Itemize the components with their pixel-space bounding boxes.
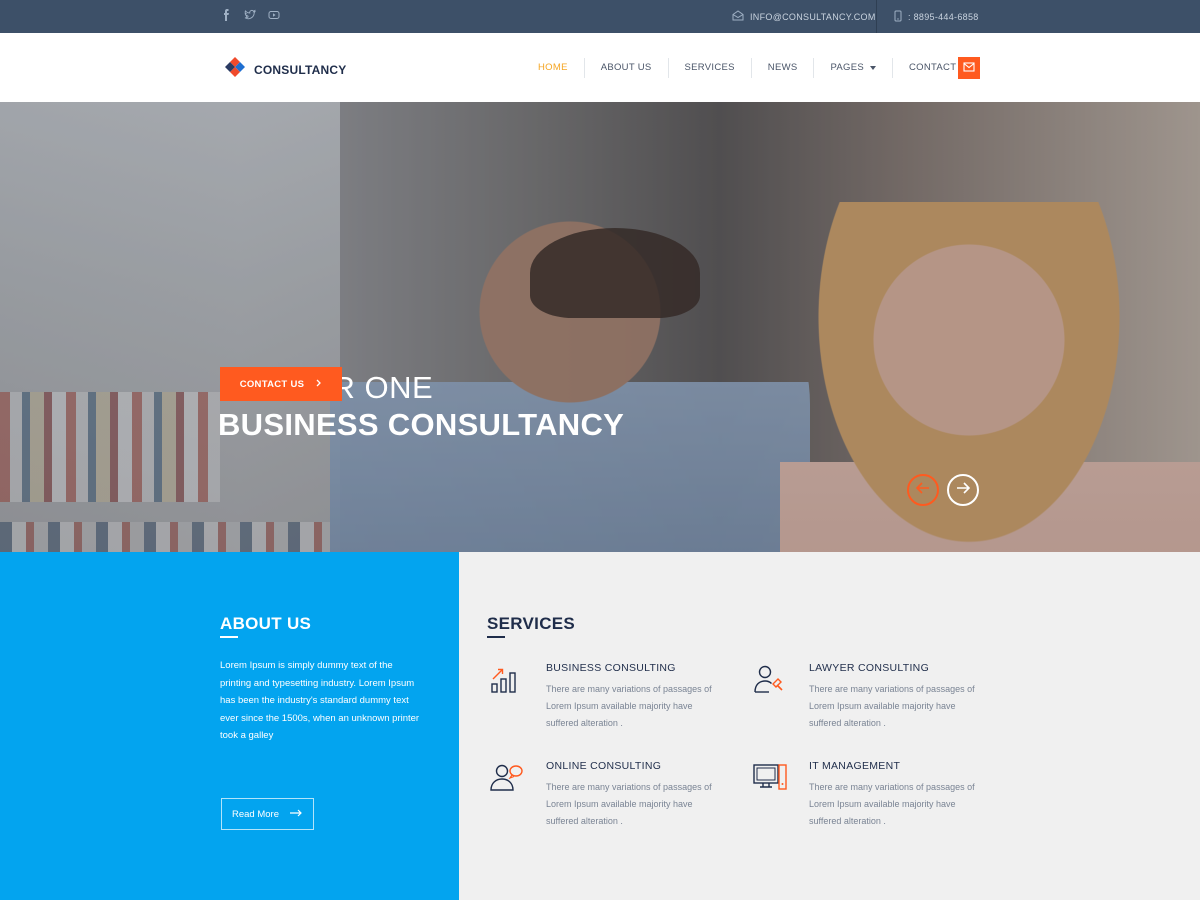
- user-chat-icon: [490, 762, 524, 796]
- about-heading-underline: [220, 636, 238, 638]
- service-title: BUSINESS CONSULTING: [546, 662, 676, 674]
- brand-logo[interactable]: CONSULTANCY: [224, 56, 346, 83]
- chevron-right-icon: [316, 379, 322, 390]
- topbar-divider: [876, 0, 877, 33]
- nav-label: SERVICES: [684, 62, 735, 73]
- nav-label: NEWS: [767, 62, 798, 73]
- arrow-right-icon: [289, 809, 303, 820]
- mail-icon: [963, 59, 975, 77]
- brand-name: CONSULTANCY: [254, 62, 347, 77]
- mail-button[interactable]: [958, 57, 980, 79]
- service-desc: There are many variations of passages of…: [809, 684, 975, 728]
- youtube-icon[interactable]: [268, 9, 280, 21]
- services-heading-underline: [487, 636, 505, 638]
- lawyer-gavel-icon: [753, 664, 787, 698]
- main-nav: HOME ABOUT US SERVICES NEWS PAGES CONTAC…: [522, 58, 989, 78]
- service-online-consulting[interactable]: ONLINE CONSULTING There are many variati…: [490, 760, 720, 840]
- diamond-logo-icon: [224, 56, 246, 83]
- site-header: CONSULTANCY HOME ABOUT US SERVICES NEWS …: [0, 33, 1200, 102]
- slider-next-button[interactable]: [947, 474, 979, 506]
- hero-contact-label: CONTACT US: [239, 378, 305, 390]
- envelope-icon: [732, 10, 744, 23]
- read-more-button[interactable]: Read More: [221, 798, 314, 830]
- bar-chart-icon: [490, 664, 524, 698]
- twitter-icon[interactable]: [244, 9, 257, 21]
- nav-item-news[interactable]: NEWS: [752, 58, 815, 78]
- about-heading: ABOUT US: [220, 614, 312, 633]
- chevron-down-icon: [870, 66, 877, 70]
- computer-icon: [753, 762, 787, 796]
- service-desc: There are many variations of passages of…: [809, 782, 975, 826]
- facebook-icon[interactable]: [220, 9, 232, 21]
- hero-title-line2: BUSINESS CONSULTANCY: [218, 407, 625, 442]
- service-title: IT MANAGEMENT: [809, 760, 901, 772]
- service-lawyer-consulting[interactable]: LAWYER CONSULTING There are many variati…: [753, 662, 983, 742]
- nav-item-services[interactable]: SERVICES: [669, 58, 752, 78]
- arrow-right-icon: [955, 481, 971, 500]
- nav-label: PAGES: [830, 62, 865, 73]
- contact-email[interactable]: INFO@CONSULTANCY.COM: [732, 10, 876, 23]
- read-more-label: Read More: [232, 808, 279, 820]
- social-links: [220, 9, 280, 21]
- service-desc: There are many variations of passages of…: [546, 782, 712, 826]
- nav-label: ABOUT US: [600, 62, 652, 73]
- email-text: INFO@CONSULTANCY.COM: [750, 11, 876, 22]
- top-bar: INFO@CONSULTANCY.COM : 8895-444-6858: [0, 0, 1200, 33]
- service-desc: There are many variations of passages of…: [546, 684, 712, 728]
- arrow-left-icon: [915, 481, 931, 500]
- slider-prev-button[interactable]: [907, 474, 939, 506]
- about-text: Lorem Ipsum is simply dummy text of the …: [220, 660, 420, 741]
- service-title: ONLINE CONSULTING: [546, 760, 662, 772]
- nav-item-home[interactable]: HOME: [522, 58, 585, 78]
- service-title: LAWYER CONSULTING: [809, 662, 930, 674]
- service-business-consulting[interactable]: BUSINESS CONSULTING There are many varia…: [490, 662, 720, 742]
- service-it-management[interactable]: IT MANAGEMENT There are many variations …: [753, 760, 983, 840]
- hero-slider: NUMBER ONE BUSINESS CONSULTANCY CONTACT …: [0, 102, 1200, 552]
- about-section: ABOUT US Lorem Ipsum is simply dummy tex…: [0, 552, 459, 900]
- services-section: SERVICES BUSINESS CONSULTING There are m…: [459, 552, 1200, 900]
- nav-item-about-us[interactable]: ABOUT US: [585, 58, 669, 78]
- phone-icon: [894, 10, 902, 24]
- hero-contact-button[interactable]: CONTACT US: [220, 367, 342, 401]
- phone-text: : 8895-444-6858: [908, 12, 979, 22]
- nav-item-pages[interactable]: PAGES: [814, 58, 894, 78]
- contact-phone[interactable]: : 8895-444-6858: [894, 10, 979, 24]
- hero-overlay: [0, 102, 1200, 552]
- services-heading: SERVICES: [487, 614, 576, 633]
- nav-label: HOME: [538, 62, 568, 73]
